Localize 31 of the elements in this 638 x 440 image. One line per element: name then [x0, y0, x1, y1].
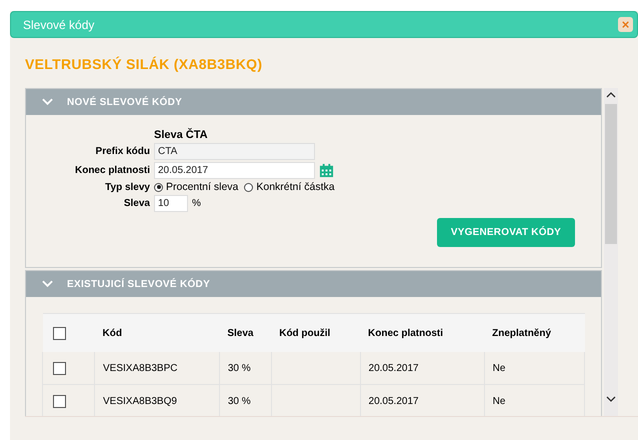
scroll-down-icon[interactable]: [606, 396, 616, 402]
calendar-icon[interactable]: [319, 163, 334, 178]
field-label: Konec platnosti: [74, 165, 150, 176]
scrollbar-thumb[interactable]: [605, 104, 617, 244]
section-title: EXISTUJICÍ SLEVOVÉ KÓDY: [67, 278, 210, 290]
radio-option[interactable]: Procentní sleva: [154, 181, 238, 193]
section-title: NOVÉ SLEVOVÉ KÓDY: [67, 96, 182, 108]
column-header: Konec platnosti: [360, 314, 484, 352]
discount-field[interactable]: 10: [154, 195, 188, 212]
radio-option[interactable]: Konkrétní částka: [244, 181, 335, 193]
scroll-up-icon[interactable]: [606, 92, 616, 98]
table-cell: 30 %: [219, 352, 272, 384]
discount-name: Sleva ČTA: [154, 129, 209, 141]
column-header: Kód použil: [271, 314, 360, 352]
column-header: Kód: [94, 314, 220, 352]
text-field[interactable]: 20.05.2017: [154, 162, 315, 179]
column-header: Zneplatněný: [484, 314, 584, 352]
row-checkbox[interactable]: [53, 394, 66, 408]
field-label: Prefix kódu: [94, 146, 150, 157]
product-heading: VELTRUBSKÝ SILÁK (XA8B3BKQ): [25, 56, 264, 72]
column-header: Sleva: [219, 314, 272, 352]
window-title: Slevové kódy: [23, 18, 94, 32]
field-label: Typ slevy: [104, 182, 150, 192]
select-all-checkbox[interactable]: [52, 326, 66, 340]
row-checkbox[interactable]: [53, 362, 66, 374]
field-label: Sleva: [122, 198, 150, 209]
table-cell: 20.05.2017: [360, 352, 484, 384]
scrollbar[interactable]: [604, 88, 618, 416]
table-cell: VESIXA8B3BPC: [94, 352, 220, 384]
table-cell: Ne: [484, 352, 584, 384]
unit-label: %: [192, 198, 201, 209]
